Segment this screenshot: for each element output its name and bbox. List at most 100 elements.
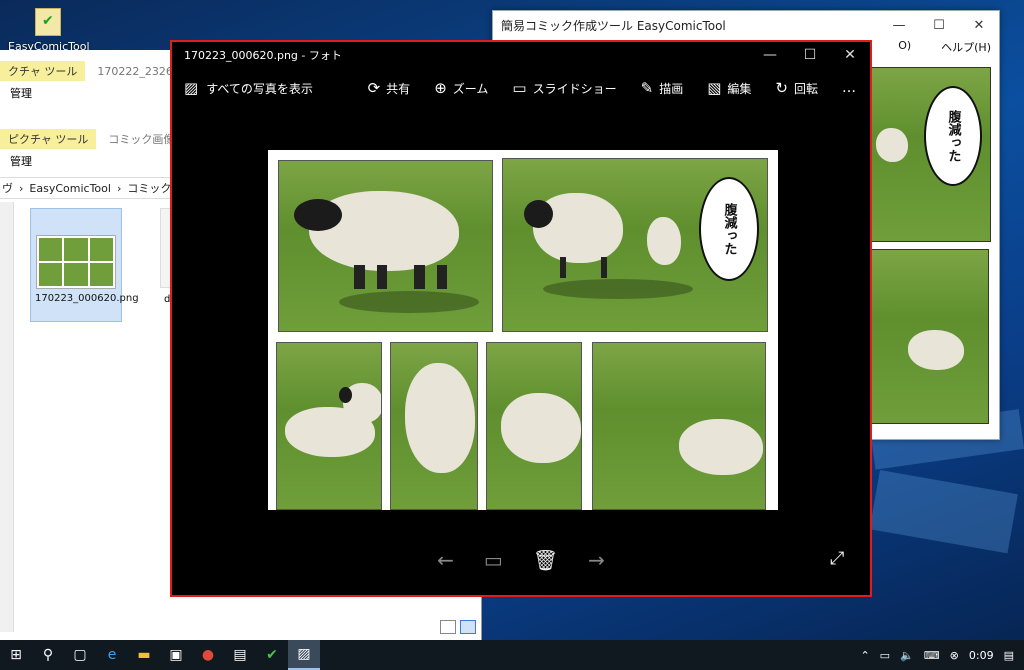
slideshow-button[interactable]: ▭ スライドショー: [512, 79, 616, 97]
chevron-up-icon[interactable]: ⌃: [860, 649, 869, 662]
app-window-title: 簡易コミック作成ツール EasyComicTool: [501, 18, 726, 33]
large-icons-view-button[interactable]: [460, 620, 476, 634]
draw-label: 描画: [659, 81, 684, 96]
rotate-icon: ↻: [775, 79, 788, 97]
file-explorer-icon[interactable]: ▬: [128, 640, 160, 670]
slideshow-caption-icon[interactable]: ▭: [484, 548, 503, 578]
sheep-image: [294, 191, 459, 289]
show-all-photos-label: すべての写真を表示: [206, 81, 313, 96]
zoom-button[interactable]: ⊕ ズーム: [434, 79, 488, 97]
close-button[interactable]: ✕: [959, 18, 999, 33]
sheep-image: [524, 193, 623, 279]
next-arrow-icon[interactable]: →: [588, 548, 605, 578]
minimize-button[interactable]: —: [750, 47, 790, 63]
photos-window-title: 170223_000620.png - フォト: [184, 49, 342, 62]
sheep-shadow: [339, 291, 479, 313]
photos-titlebar: 170223_000620.png - フォト — ☐ ✕: [172, 42, 870, 68]
lamb-image: [405, 363, 475, 473]
close-button[interactable]: ✕: [830, 47, 870, 63]
start-button[interactable]: ⊞: [0, 640, 32, 670]
picture-icon: ▨: [184, 79, 199, 97]
share-icon: ⟳: [367, 79, 381, 97]
maximize-button[interactable]: ☐: [790, 47, 830, 63]
edit-label: 編集: [727, 81, 752, 96]
sheep-image: [339, 383, 381, 423]
network-icon[interactable]: ▭: [880, 649, 890, 662]
draw-button[interactable]: ✎ 描画: [641, 79, 684, 97]
speech-bubble: 腹減った: [699, 177, 759, 281]
menu-item-help[interactable]: ヘルプ(H): [941, 39, 991, 59]
more-options-button[interactable]: …: [842, 80, 856, 96]
speech-bubble: 腹減った: [924, 86, 982, 186]
rotate-button[interactable]: ↻ 回転: [775, 79, 818, 97]
comic-panel-6: [592, 342, 766, 510]
explorer-folder-name-2: コミック画像: [108, 133, 175, 146]
lamb-image: [647, 217, 681, 265]
app-panel-bottom: [871, 249, 989, 424]
previous-arrow-icon[interactable]: ←: [437, 548, 454, 578]
comic-panel-1: [278, 160, 493, 332]
file-name: 170223_000620.png: [35, 293, 139, 304]
breadcrumb-item[interactable]: EasyComicTool: [29, 182, 111, 195]
share-label: 共有: [386, 81, 411, 96]
rotate-label: 回転: [793, 81, 818, 96]
lamb-image: [679, 419, 763, 475]
photos-app-window[interactable]: 170223_000620.png - フォト — ☐ ✕ ▨ すべての写真を表…: [170, 40, 872, 597]
breadcrumb-item[interactable]: ヴ: [2, 180, 13, 196]
edge-browser-icon[interactable]: e: [96, 640, 128, 670]
notification-icon[interactable]: ▤: [1004, 649, 1014, 662]
ribbon-tab-picture-tools-2[interactable]: ピクチャ ツール: [0, 129, 97, 149]
minimize-button[interactable]: —: [879, 18, 919, 33]
sheep-shadow: [543, 279, 693, 299]
search-icon[interactable]: ⚲: [32, 640, 64, 670]
keyboard-icon[interactable]: ⌨: [924, 649, 940, 662]
app-comic-canvas: 腹減った: [871, 67, 991, 437]
app-panel-top: 腹減った: [871, 67, 991, 242]
chrome-icon[interactable]: ●: [192, 640, 224, 670]
photos-navigation: ← ▭ 🗑 →: [172, 548, 870, 578]
ribbon-tab-manage[interactable]: 管理: [0, 85, 32, 101]
image-viewer-icon[interactable]: ▤: [224, 640, 256, 670]
view-toggle: [440, 620, 476, 634]
comic-image: 腹減った: [268, 150, 778, 510]
easycomictool-taskbar-icon[interactable]: ✔: [256, 640, 288, 670]
comic-panel-5: [486, 342, 582, 510]
details-view-button[interactable]: [440, 620, 456, 634]
comic-panel-4: [390, 342, 478, 510]
edit-button[interactable]: ▧ 編集: [707, 79, 751, 97]
show-all-photos-button[interactable]: ▨ すべての写真を表示: [172, 79, 368, 97]
clock[interactable]: 0:09: [969, 649, 994, 662]
desktop-light-beam: [869, 470, 1018, 554]
menu-item-options[interactable]: O): [898, 39, 911, 59]
ribbon-tab-manage-2[interactable]: 管理: [0, 153, 32, 169]
comic-panel-3: [276, 342, 382, 510]
photos-command-bar: ▨ すべての写真を表示 ⟳ 共有 ⊕ ズーム ▭ スライドショー ✎ 描画 ▧ …: [172, 68, 870, 108]
zoom-icon: ⊕: [434, 79, 447, 97]
explorer-ribbon-row-4: 管理: [0, 150, 32, 172]
easycomictool-icon: [35, 8, 61, 36]
task-view-icon[interactable]: ▢: [64, 640, 96, 670]
explorer-ribbon-row-1: クチャ ツール 170222_232628: [0, 60, 187, 82]
delete-icon[interactable]: 🗑: [533, 548, 558, 578]
store-icon[interactable]: ▣: [160, 640, 192, 670]
taskbar: ⊞ ⚲ ▢ e ▬ ▣ ● ▤ ✔ ▨ ⌃ ▭ 🔈 ⌨ ⊗ 0:09 ▤: [0, 640, 1024, 670]
edit-icon: ▧: [707, 79, 722, 97]
draw-icon: ✎: [640, 79, 654, 97]
slideshow-icon: ▭: [512, 79, 527, 97]
breadcrumb-separator: ›: [116, 181, 122, 195]
file-item-selected[interactable]: 170223_000620.png: [30, 208, 139, 322]
volume-icon[interactable]: 🔈: [900, 649, 914, 662]
sheep-image: [876, 128, 908, 162]
desktop-shortcut-easycomictool[interactable]: EasyComicTool: [8, 6, 90, 53]
breadcrumb-separator: ›: [19, 181, 24, 195]
maximize-button[interactable]: ☐: [919, 18, 959, 33]
lamb-image: [501, 393, 581, 463]
ribbon-tab-picture-tools[interactable]: クチャ ツール: [0, 61, 86, 81]
share-button[interactable]: ⟳ 共有: [368, 79, 411, 97]
lamb-image: [908, 330, 964, 370]
error-icon[interactable]: ⊗: [950, 649, 959, 662]
explorer-scrollbar[interactable]: [0, 202, 14, 632]
fullscreen-icon[interactable]: ⤢: [830, 548, 844, 569]
photos-taskbar-icon[interactable]: ▨: [288, 640, 320, 670]
file-thumbnail: [36, 235, 116, 289]
